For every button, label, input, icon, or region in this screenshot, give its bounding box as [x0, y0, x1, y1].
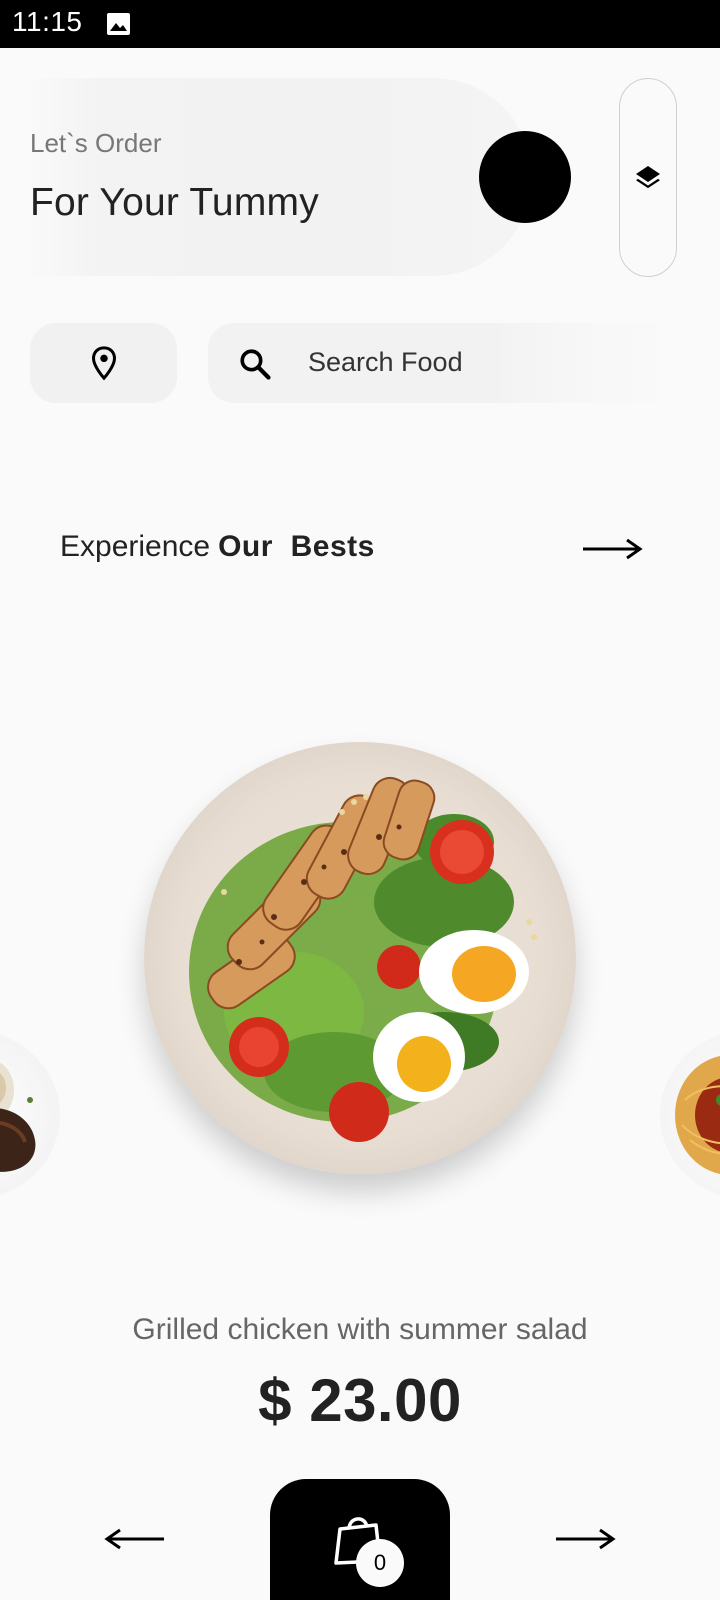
- dish-price: $ 23.00: [258, 1367, 462, 1434]
- spaghetti-illustration: [675, 1056, 720, 1174]
- cart-button[interactable]: 0: [270, 1479, 450, 1600]
- header-card: [24, 78, 532, 276]
- search-icon: [240, 349, 271, 380]
- layers-button[interactable]: [619, 78, 677, 277]
- location-button[interactable]: [30, 323, 177, 403]
- section-heading: Experience Our Bests: [60, 530, 375, 564]
- arrow-right-icon[interactable]: [581, 530, 643, 568]
- status-bar: 11:15: [0, 0, 720, 48]
- app-screen: 11:15 Let`s Order For Your Tummy Search …: [0, 0, 720, 1600]
- arrow-right-icon[interactable]: [554, 1520, 616, 1558]
- cart-count-badge: 0: [356, 1539, 404, 1587]
- dish-image-current[interactable]: [144, 742, 576, 1174]
- section-heading-prefix: Experience: [60, 530, 211, 563]
- search-input[interactable]: Search Food: [208, 323, 676, 403]
- salad-illustration: [189, 776, 537, 1142]
- location-pin-icon: [91, 346, 116, 381]
- header-subtitle: Let`s Order: [30, 128, 162, 158]
- dish-image-previous[interactable]: [0, 1030, 60, 1200]
- steak-illustration: [0, 1062, 36, 1172]
- dish-name: Grilled chicken with summer salad: [132, 1313, 588, 1346]
- status-time: 11:15: [12, 6, 83, 37]
- layers-icon: [636, 165, 660, 188]
- arrow-left-icon[interactable]: [104, 1520, 166, 1558]
- dish-image-next[interactable]: [660, 1030, 720, 1200]
- section-heading-emphasis: Our Bests: [218, 530, 375, 563]
- image-icon: [107, 13, 130, 35]
- search-placeholder: Search Food: [308, 347, 463, 377]
- page-title: For Your Tummy: [30, 181, 319, 224]
- avatar[interactable]: [479, 131, 571, 223]
